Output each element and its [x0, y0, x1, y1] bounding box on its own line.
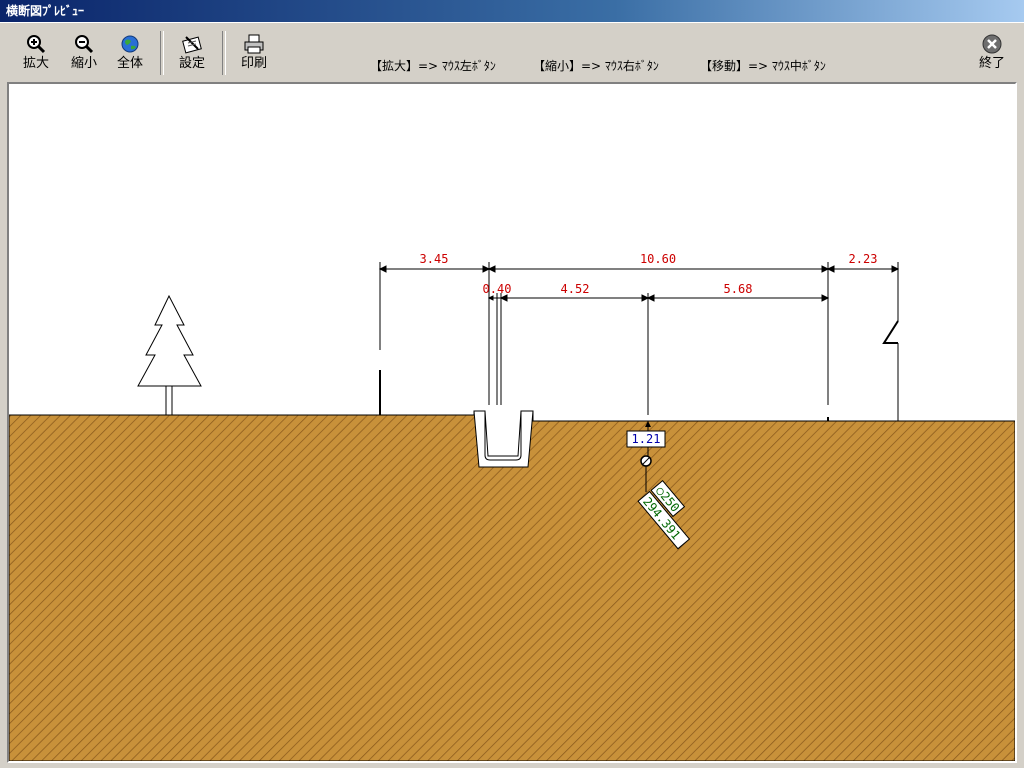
preview-canvas[interactable]: 3.45 10.60 2.23 0.40 4.52 5.68 1.21 ○250…: [7, 82, 1017, 763]
printer-icon: [244, 34, 264, 54]
globe-icon: [121, 35, 139, 53]
u-gutter: [473, 410, 534, 468]
dimension-label: 10.60: [640, 252, 676, 266]
gutter-inner: [484, 410, 522, 457]
zoom-in-icon: [27, 35, 46, 54]
fit-all-label: 全体: [116, 56, 143, 71]
zoom-in-button[interactable]: 拡大: [14, 29, 58, 77]
dimension-label: 0.40: [483, 282, 512, 296]
exit-button[interactable]: 終了: [970, 29, 1014, 77]
toolbar-separator: [160, 31, 164, 75]
settings-label: 設定: [178, 56, 205, 71]
print-button[interactable]: 印刷: [232, 29, 276, 77]
dimension-label: 3.45: [420, 252, 449, 266]
close-icon: [982, 34, 1002, 54]
dimension-label: 5.68: [724, 282, 753, 296]
zoom-out-icon: [75, 35, 94, 54]
zoom-out-label: 縮小: [70, 56, 97, 71]
window-title: 横断図ﾌﾟﾚﾋﾞｭｰ: [6, 4, 85, 18]
zoom-out-hint: 【縮小】=> ﾏｳｽ右ﾎﾞﾀﾝ: [533, 59, 659, 73]
print-label: 印刷: [240, 56, 267, 71]
toolbar-separator: [222, 31, 226, 75]
zoom-out-button[interactable]: 縮小: [62, 29, 106, 77]
tree-symbol: [137, 294, 202, 416]
cross-section-drawing[interactable]: 3.45 10.60 2.23 0.40 4.52 5.68 1.21 ○250…: [9, 84, 1015, 761]
settings-button[interactable]: 設定: [170, 29, 214, 77]
depth-label: 1.21: [632, 432, 661, 446]
zoom-in-hint: 【拡大】=> ﾏｳｽ左ﾎﾞﾀﾝ: [370, 59, 496, 73]
dimension-label: 4.52: [561, 282, 590, 296]
toolbar: 拡大 縮小 全体 設定 印刷 【拡大】=> ﾏｳｽ左ﾎﾞﾀﾝ 【縮小】=> ﾏｳ…: [0, 22, 1024, 80]
pan-hint: 【移動】=> ﾏｳｽ中ﾎﾞﾀﾝ: [700, 59, 826, 73]
wall-top: [882, 320, 899, 344]
extension-lines: [379, 262, 899, 415]
settings-icon: [182, 36, 202, 54]
title-bar: 横断図ﾌﾟﾚﾋﾞｭｰ: [0, 0, 1024, 22]
dimension-lines: [378, 265, 900, 302]
fit-all-button[interactable]: 全体: [108, 29, 152, 77]
dimension-label: 2.23: [849, 252, 878, 266]
exit-label: 終了: [978, 56, 1005, 71]
zoom-in-label: 拡大: [22, 56, 49, 71]
